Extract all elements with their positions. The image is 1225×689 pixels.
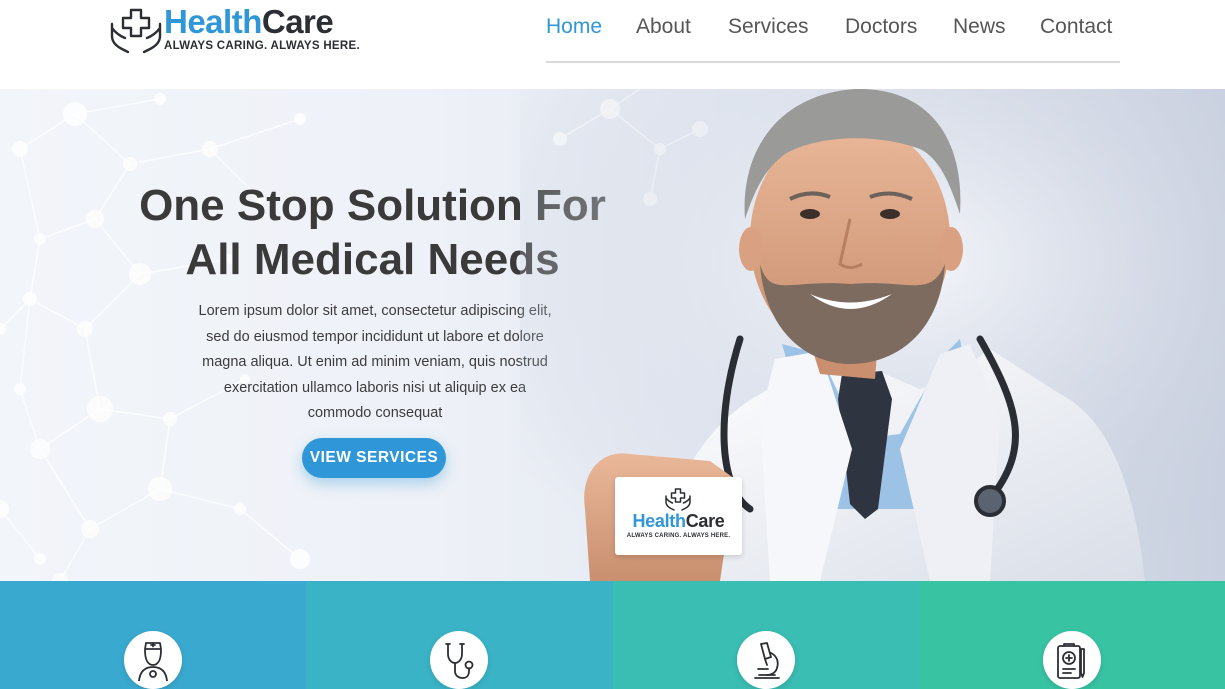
logo-wordmark: HealthCare: [164, 3, 334, 41]
microscope-icon: [754, 642, 780, 679]
hero-description-line: Lorem ipsum dolor sit amet, consectetur …: [198, 303, 552, 319]
logo-word-health: Health: [164, 3, 262, 40]
feature-clipboard[interactable]: [919, 581, 1225, 689]
hero-description-line: sed do eiusmod tempor incididunt ut labo…: [206, 328, 544, 345]
stethoscope-icon: [445, 643, 474, 679]
nav-services[interactable]: Services: [728, 15, 809, 39]
main-nav: Home About Services Doctors News Contact: [532, 12, 1132, 64]
hero-description-line: magna aliqua. Ut enim ad minim veniam, q…: [202, 354, 548, 370]
site-header: HealthCare ALWAYS CARING. ALWAYS HERE. H…: [0, 0, 1225, 89]
hero-description-line: exercitation ullamco laboris nisi ut ali…: [223, 379, 527, 396]
hands-cross-logo-icon: [665, 488, 691, 511]
business-card: HealthCare ALWAYS CARING. ALWAYS HERE.: [615, 477, 742, 555]
nav-contact[interactable]: Contact: [1040, 15, 1112, 39]
card-word-care: Care: [685, 511, 725, 531]
feature-nurse[interactable]: [0, 581, 307, 689]
card-word-health: Health: [632, 511, 686, 531]
feature-icon-circle: [124, 631, 182, 689]
view-services-button[interactable]: VIEW SERVICES: [302, 438, 446, 478]
nav-about[interactable]: About: [636, 15, 691, 39]
feature-stethoscope[interactable]: [306, 581, 613, 689]
card-tagline: ALWAYS CARING. ALWAYS HERE.: [626, 533, 731, 539]
nav-news[interactable]: News: [953, 15, 1006, 39]
nurse-icon: [138, 642, 168, 681]
nav-home[interactable]: Home: [546, 15, 602, 39]
logo-word-care: Care: [261, 3, 334, 40]
medical-clipboard-icon: [1057, 643, 1085, 679]
feature-microscope[interactable]: [613, 581, 920, 689]
card-wordmark: HealthCare: [615, 511, 742, 532]
logo-tagline: ALWAYS CARING. ALWAYS HERE.: [164, 40, 360, 52]
hero-description-line: commodo consequat: [307, 405, 443, 421]
site-logo[interactable]: HealthCare ALWAYS CARING. ALWAYS HERE.: [108, 3, 398, 56]
hero-banner: One Stop Solution For All Medical Needs …: [0, 89, 1225, 581]
feature-icon-circle: [737, 631, 795, 689]
nav-doctors[interactable]: Doctors: [845, 15, 917, 39]
nav-divider: [546, 61, 1120, 63]
hands-cross-logo-icon: [110, 8, 162, 54]
feature-icon-circle: [1043, 631, 1101, 689]
features-strip: [0, 581, 1225, 689]
hero-description: Lorem ipsum dolor sit amet, consectetur …: [175, 299, 575, 427]
feature-icon-circle: [430, 631, 488, 689]
